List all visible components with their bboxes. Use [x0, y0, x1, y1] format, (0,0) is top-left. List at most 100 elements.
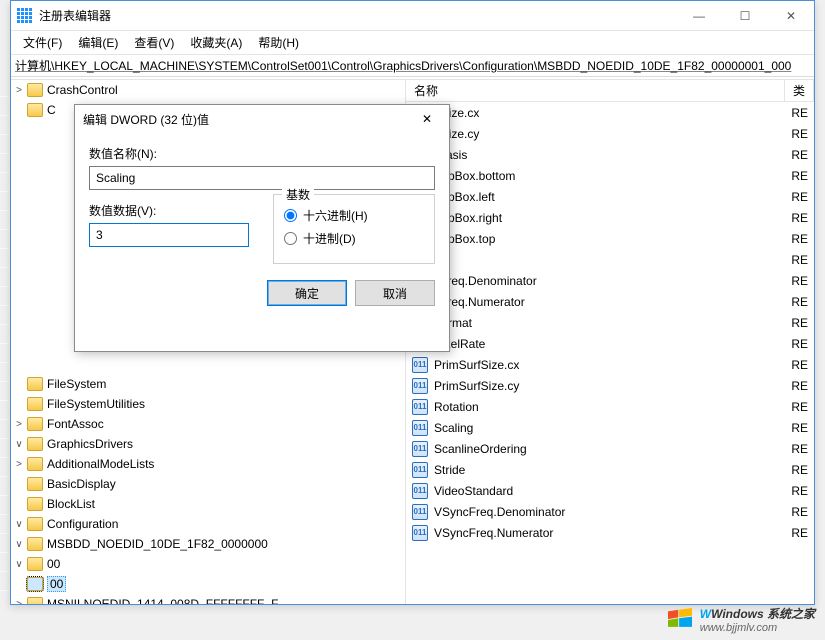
- value-name: ScanlineOrdering: [434, 442, 527, 456]
- tree-item[interactable]: BlockList: [11, 494, 405, 514]
- list-item[interactable]: 011VSyncFreq.DenominatorRE: [406, 501, 814, 522]
- list-item[interactable]: RE: [406, 249, 814, 270]
- radio-hex[interactable]: 十六进制(H): [284, 207, 424, 224]
- list-item[interactable]: 011PixelRateRE: [406, 333, 814, 354]
- expander-icon[interactable]: ∨: [11, 539, 27, 550]
- radio-hex-input[interactable]: [284, 209, 297, 222]
- folder-icon: [27, 497, 43, 511]
- tree-item-label: FileSystem: [47, 377, 106, 391]
- list-item[interactable]: 011ScanlineOrderingRE: [406, 438, 814, 459]
- ok-button[interactable]: 确定: [267, 280, 347, 306]
- tree-item-label: C: [47, 103, 56, 117]
- dialog-title: 编辑 DWORD (32 位)值: [83, 111, 209, 128]
- tree-item[interactable]: BasicDisplay: [11, 474, 405, 494]
- value-type: RE: [791, 169, 814, 183]
- value-type: RE: [791, 211, 814, 225]
- value-type: RE: [791, 358, 814, 372]
- tree-item[interactable]: ∨Configuration: [11, 514, 405, 534]
- tree-item[interactable]: > AdditionalModeLists: [11, 454, 405, 474]
- value-type: RE: [791, 421, 814, 435]
- watermark-url: www.bjjmlv.com: [700, 622, 815, 634]
- tree-item[interactable]: > MSNILNOEDID_1414_008D_FFFFFFFF_F: [11, 594, 405, 604]
- list-item[interactable]: FormatRE: [406, 312, 814, 333]
- windows-logo-icon: [666, 608, 694, 632]
- expander-icon[interactable]: ∨: [11, 439, 27, 450]
- minimize-button[interactable]: —: [676, 1, 722, 31]
- tree-item[interactable]: FileSystem: [11, 374, 405, 394]
- tree-item-label: MSBDD_NOEDID_10DE_1F82_0000000: [47, 537, 268, 551]
- expander-icon[interactable]: >: [11, 85, 27, 96]
- folder-icon: [27, 517, 43, 531]
- dialog-titlebar[interactable]: 编辑 DWORD (32 位)值 ✕: [75, 105, 449, 133]
- folder-icon: [27, 537, 43, 551]
- expander-icon[interactable]: >: [11, 419, 27, 430]
- list-item[interactable]: 011VideoStandardRE: [406, 480, 814, 501]
- watermark-text: Windows 系统之家: [711, 607, 815, 621]
- binary-value-icon: 011: [412, 420, 428, 436]
- tree-item[interactable]: FileSystemUtilities: [11, 394, 405, 414]
- list-item[interactable]: ClipBox.rightRE: [406, 207, 814, 228]
- value-name-field: [89, 166, 435, 190]
- list-item[interactable]: rBasisRE: [406, 144, 814, 165]
- folder-icon: [27, 417, 43, 431]
- list-item[interactable]: eSize.cyRE: [406, 123, 814, 144]
- list-item[interactable]: 011PrimSurfSize.cyRE: [406, 375, 814, 396]
- list-header[interactable]: 名称 类: [406, 80, 814, 102]
- list-item[interactable]: 011StrideRE: [406, 459, 814, 480]
- binary-value-icon: 011: [412, 378, 428, 394]
- value-name: Stride: [434, 463, 465, 477]
- base-legend: 基数: [282, 186, 314, 203]
- folder-icon: [27, 83, 43, 97]
- menu-file[interactable]: 文件(F): [17, 32, 68, 53]
- list-item[interactable]: cFreq.DenominatorRE: [406, 270, 814, 291]
- value-type: RE: [791, 442, 814, 456]
- list-item[interactable]: ClipBox.bottomRE: [406, 165, 814, 186]
- tree-item[interactable]: > FontAssoc: [11, 414, 405, 434]
- value-list-panel[interactable]: 名称 类 eSize.cxREeSize.cyRErBasisREClipBox…: [406, 80, 814, 604]
- value-type: RE: [791, 463, 814, 477]
- value-type: RE: [791, 484, 814, 498]
- list-item[interactable]: cFreq.NumeratorRE: [406, 291, 814, 312]
- tree-item[interactable]: ∨GraphicsDrivers: [11, 434, 405, 454]
- list-item[interactable]: 011ScalingRE: [406, 417, 814, 438]
- list-item[interactable]: ClipBox.leftRE: [406, 186, 814, 207]
- radio-dec-input[interactable]: [284, 232, 297, 245]
- value-data-label: 数值数据(V):: [89, 202, 249, 219]
- tree-item-label: MSNILNOEDID_1414_008D_FFFFFFFF_F: [47, 597, 278, 604]
- value-type: RE: [791, 148, 814, 162]
- radio-dec[interactable]: 十进制(D): [284, 230, 424, 247]
- expander-icon[interactable]: ∨: [11, 519, 27, 530]
- tree-item-label: FileSystemUtilities: [47, 397, 145, 411]
- list-item[interactable]: ClipBox.topRE: [406, 228, 814, 249]
- value-type: RE: [791, 295, 814, 309]
- titlebar[interactable]: 注册表编辑器 — ☐ ✕: [11, 1, 814, 31]
- dialog-close-button[interactable]: ✕: [413, 105, 441, 133]
- address-bar[interactable]: 计算机\HKEY_LOCAL_MACHINE\SYSTEM\ControlSet…: [11, 55, 814, 77]
- col-type[interactable]: 类: [785, 80, 814, 102]
- tree-item[interactable]: 00: [11, 574, 405, 594]
- menu-edit[interactable]: 编辑(E): [72, 32, 124, 53]
- tree-item-label: FontAssoc: [47, 417, 104, 431]
- tree-item[interactable]: ∨ MSBDD_NOEDID_10DE_1F82_0000000: [11, 534, 405, 554]
- menu-view[interactable]: 查看(V): [128, 32, 180, 53]
- col-name[interactable]: 名称: [406, 80, 785, 102]
- expander-icon[interactable]: >: [11, 599, 27, 605]
- list-item[interactable]: eSize.cxRE: [406, 102, 814, 123]
- value-data-field[interactable]: [89, 223, 249, 247]
- expander-icon[interactable]: >: [11, 459, 27, 470]
- folder-icon: [27, 457, 43, 471]
- expander-icon[interactable]: ∨: [11, 559, 27, 570]
- list-item[interactable]: 011PrimSurfSize.cxRE: [406, 354, 814, 375]
- menu-favorites[interactable]: 收藏夹(A): [184, 32, 248, 53]
- tree-item[interactable]: >CrashControl: [11, 80, 405, 100]
- maximize-button[interactable]: ☐: [722, 1, 768, 31]
- list-item[interactable]: 011VSyncFreq.NumeratorRE: [406, 522, 814, 543]
- tree-item-label: 00: [47, 576, 66, 592]
- tree-item-label: 00: [47, 557, 60, 571]
- tree-item[interactable]: ∨ 00: [11, 554, 405, 574]
- tree-item-label: AdditionalModeLists: [47, 457, 154, 471]
- cancel-button[interactable]: 取消: [355, 280, 435, 306]
- menu-help[interactable]: 帮助(H): [252, 32, 305, 53]
- close-button[interactable]: ✕: [768, 1, 814, 31]
- list-item[interactable]: 011RotationRE: [406, 396, 814, 417]
